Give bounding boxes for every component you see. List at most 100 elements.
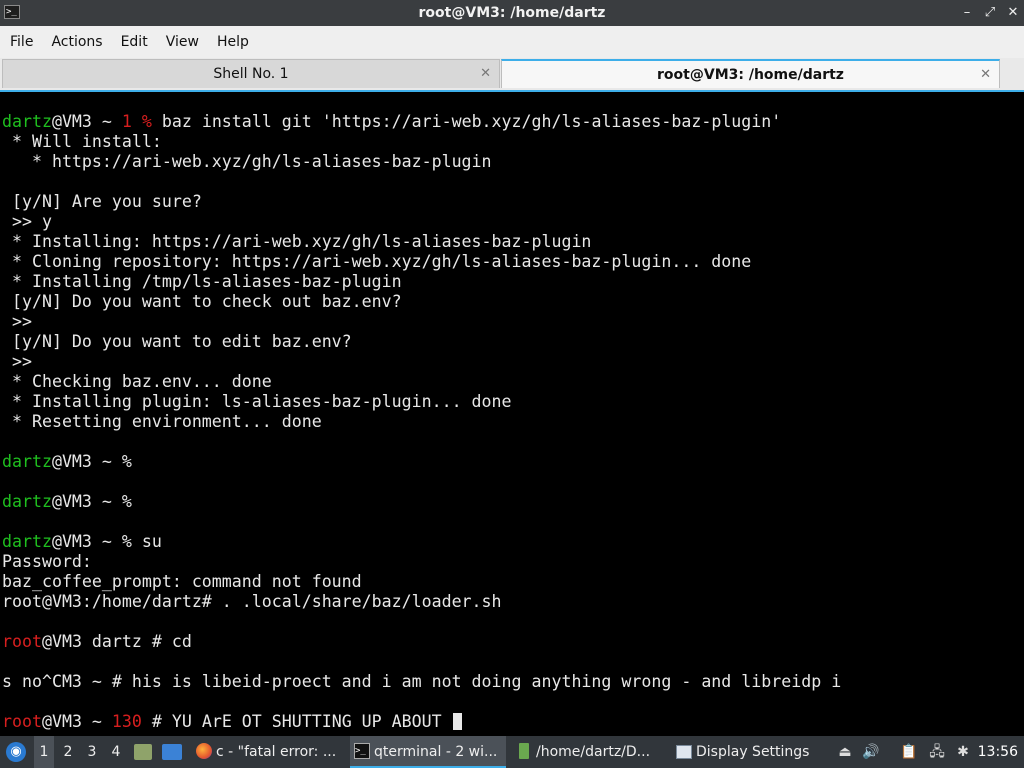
terminal-text: @VM3 ~ [41, 712, 112, 731]
terminal-text: @VM3 ~ [51, 112, 122, 131]
terminal-line: * https://ari-web.xyz/gh/ls-aliases-baz-… [0, 152, 1024, 172]
bluetooth-icon[interactable]: ✱ [954, 736, 972, 768]
terminal-line: * Installing plugin: ls-aliases-baz-plug… [0, 392, 1024, 412]
minimize-button[interactable]: – [956, 0, 978, 26]
task-label: qterminal - 2 wi... [374, 744, 498, 760]
desktop-2-button[interactable]: 2 [58, 736, 78, 768]
firefox-icon [196, 743, 212, 759]
terminal-text: * Will install: [2, 132, 162, 151]
desktop-3-button[interactable]: 3 [82, 736, 102, 768]
tab-root-vm3[interactable]: root@VM3: /home/dartz ✕ [501, 59, 1000, 88]
terminal-line: s no^CM3 ~ # his is libeid-proect and i … [0, 672, 1024, 692]
terminal-line: [y/N] Do you want to edit baz.env? [0, 332, 1024, 352]
window-title-bar: >_ root@VM3: /home/dartz – ⤢ ✕ [0, 0, 1024, 26]
menu-actions[interactable]: Actions [43, 26, 110, 58]
terminal-text: baz_coffee_prompt: command not found [2, 572, 362, 591]
terminal-text: * Checking baz.env... done [2, 372, 272, 391]
tab-label: Shell No. 1 [213, 66, 289, 82]
task-qterminal[interactable]: >_ qterminal - 2 wi... [350, 736, 506, 768]
folder-icon [519, 743, 529, 759]
terminal-text: * Installing /tmp/ls-aliases-baz-plugin [2, 272, 402, 291]
terminal-text: * Resetting environment... done [2, 412, 322, 431]
terminal-text: root@VM3:/home/dartz# . .local/share/baz… [2, 592, 502, 611]
terminal-line: dartz@VM3 ~ % su [0, 532, 1024, 552]
terminal-text: @VM3 ~ % [51, 452, 132, 471]
volume-icon[interactable]: 🔊 [862, 736, 880, 768]
taskbar: ◉ 1 2 3 4 c - "fatal error: ... >_ qterm… [0, 736, 1024, 768]
terminal-line: * Cloning repository: https://ari-web.xy… [0, 252, 1024, 272]
tab-label: root@VM3: /home/dartz [657, 67, 844, 83]
terminal-line: >> [0, 312, 1024, 332]
terminal-text: * Installing plugin: ls-aliases-baz-plug… [2, 392, 512, 411]
terminal-text: [y/N] Are you sure? [2, 192, 202, 211]
terminal-text: >> y [2, 212, 52, 231]
terminal-text: [y/N] Do you want to edit baz.env? [2, 332, 352, 351]
terminal-line: [y/N] Do you want to check out baz.env? [0, 292, 1024, 312]
menu-edit[interactable]: Edit [113, 26, 156, 58]
terminal-text: Password: [2, 552, 92, 571]
terminal-text: >> [2, 312, 32, 331]
terminal-line: dartz@VM3 ~ % [0, 452, 1024, 472]
clipboard-icon[interactable]: 📋 [900, 736, 918, 768]
terminal-line: * Will install: [0, 132, 1024, 152]
terminal-line: * Resetting environment... done [0, 412, 1024, 432]
terminal-line: Password: [0, 552, 1024, 572]
task-display-settings[interactable]: Display Settings [672, 736, 856, 768]
menu-view[interactable]: View [158, 26, 207, 58]
task-firefox[interactable]: c - "fatal error: ... [192, 736, 368, 768]
desktop-4-button[interactable]: 4 [106, 736, 126, 768]
terminal-line: baz_coffee_prompt: command not found [0, 572, 1024, 592]
terminal-line: * Installing /tmp/ls-aliases-baz-plugin [0, 272, 1024, 292]
terminal-line: dartz@VM3 ~ 1 % baz install git 'https:/… [0, 112, 1024, 132]
eject-icon[interactable]: ⏏ [836, 736, 854, 768]
task-file-manager[interactable]: /home/dartz/D... [512, 736, 688, 768]
close-button[interactable]: ✕ [1002, 0, 1024, 26]
terminal-text: * Cloning repository: https://ari-web.xy… [2, 252, 752, 271]
terminal-cursor [452, 713, 462, 730]
terminal-text: >> [2, 352, 32, 371]
terminal-text: 130 [111, 712, 142, 731]
terminal-line: >> y [0, 212, 1024, 232]
menu-file[interactable]: File [2, 26, 41, 58]
menu-help[interactable]: Help [209, 26, 257, 58]
terminal-text: @VM3 ~ % su [51, 532, 162, 551]
clock[interactable]: 13:56 [978, 736, 1018, 768]
terminal-line: dartz@VM3 ~ % [0, 492, 1024, 512]
terminal-text: root [2, 632, 42, 651]
tab-close-icon[interactable]: ✕ [480, 60, 491, 88]
terminal-line: * Installing: https://ari-web.xyz/gh/ls-… [0, 232, 1024, 252]
terminal-output[interactable]: dartz@VM3 ~ 1 % baz install git 'https:/… [0, 90, 1024, 736]
terminal-line: >> [0, 352, 1024, 372]
terminal-line: root@VM3 dartz # cd [0, 632, 1024, 652]
tab-close-icon[interactable]: ✕ [980, 61, 991, 89]
task-label: /home/dartz/D... [536, 744, 651, 760]
tab-shell-no-1[interactable]: Shell No. 1 ✕ [2, 59, 500, 88]
terminal-text: 1 % [121, 112, 152, 131]
network-icon[interactable]: 🖧 [928, 736, 946, 768]
terminal-text: @VM3 dartz # cd [41, 632, 192, 651]
terminal-text: * Installing: https://ari-web.xyz/gh/ls-… [2, 232, 592, 251]
display-icon [676, 745, 692, 759]
terminal-text: * https://ari-web.xyz/gh/ls-aliases-baz-… [2, 152, 492, 171]
terminal-line: root@VM3:/home/dartz# . .local/share/baz… [0, 592, 1024, 612]
terminal-text: dartz [2, 112, 52, 131]
maximize-button[interactable]: ⤢ [979, 0, 1001, 26]
terminal-text: @VM3 ~ % [51, 492, 132, 511]
start-menu-icon[interactable]: ◉ [6, 742, 26, 762]
show-desktop-icon[interactable] [162, 744, 182, 760]
terminal-text: [y/N] Do you want to check out baz.env? [2, 292, 402, 311]
desktop-1-button[interactable]: 1 [34, 736, 54, 768]
terminal-line: [y/N] Are you sure? [0, 192, 1024, 212]
terminal-text: s no^CM3 ~ # his is libeid-proect and i … [2, 672, 842, 691]
terminal-text: dartz [2, 532, 52, 551]
menu-bar: File Actions Edit View Help [0, 26, 1024, 58]
file-manager-launcher-icon[interactable] [134, 744, 152, 760]
task-label: c - "fatal error: ... [216, 744, 337, 760]
